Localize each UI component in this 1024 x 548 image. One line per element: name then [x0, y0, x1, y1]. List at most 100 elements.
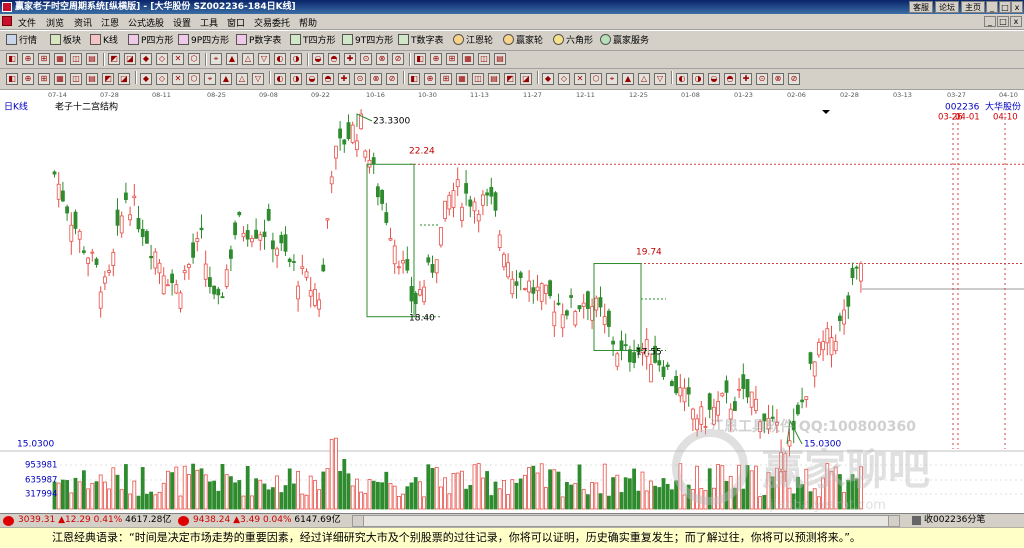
tool-icon[interactable]: ◒	[708, 73, 720, 85]
close-button[interactable]: x	[1011, 1, 1023, 13]
mdi-restore-button[interactable]: □	[997, 16, 1009, 27]
tool-icon[interactable]: ◑	[290, 73, 302, 85]
menu-news[interactable]: 资讯	[74, 16, 92, 29]
tool-icon[interactable]: ▤	[488, 73, 500, 85]
tool-icon[interactable]: ◪	[118, 73, 130, 85]
tool-icon[interactable]: ▽	[252, 73, 264, 85]
tool-icon[interactable]: ◑	[290, 53, 302, 65]
tool-icon[interactable]: ◇	[156, 53, 168, 65]
tool-icon[interactable]: ◓	[724, 73, 736, 85]
tool-icon[interactable]: ⊞	[38, 73, 50, 85]
tool-icon[interactable]: ◇	[156, 73, 168, 85]
tool-icon[interactable]: ✕	[172, 73, 184, 85]
tool-icon[interactable]: ◪	[124, 53, 136, 65]
p-number-table-button[interactable]: P数字表	[236, 34, 281, 48]
tool-icon[interactable]: ◧	[414, 53, 426, 65]
chart-scrollbar[interactable]	[352, 515, 900, 527]
tool-icon[interactable]: ◆	[542, 73, 554, 85]
tool-icon[interactable]: ⊕	[424, 73, 436, 85]
menu-window[interactable]: 窗口	[227, 16, 245, 29]
tool-icon[interactable]: ▦	[462, 53, 474, 65]
menu-file[interactable]: 文件	[18, 16, 36, 29]
tool-icon[interactable]: ⬡	[590, 73, 602, 85]
winner-service-button[interactable]: 赢家服务	[600, 34, 649, 48]
mdi-close-button[interactable]: x	[1010, 16, 1022, 27]
menu-browse[interactable]: 浏览	[46, 16, 64, 29]
tool-icon[interactable]: ◐	[274, 53, 286, 65]
t-number-table-button[interactable]: T数字表	[398, 34, 444, 48]
tool-icon[interactable]: ▤	[86, 53, 98, 65]
tool-icon[interactable]: ◇	[558, 73, 570, 85]
tool-icon[interactable]: ✚	[338, 73, 350, 85]
maximize-button[interactable]: □	[999, 1, 1011, 13]
tool-icon[interactable]: ◫	[478, 53, 490, 65]
tool-icon[interactable]: ◫	[70, 53, 82, 65]
9t-square-button[interactable]: 9T四方形	[342, 34, 393, 48]
tool-icon[interactable]: ▽	[654, 73, 666, 85]
tool-icon[interactable]: ◧	[408, 73, 420, 85]
tool-icon[interactable]: ◐	[676, 73, 688, 85]
tool-icon[interactable]: △	[638, 73, 650, 85]
sectors-button[interactable]: 板块	[50, 34, 81, 48]
tool-icon[interactable]: ✕	[172, 53, 184, 65]
tool-icon[interactable]: △	[236, 73, 248, 85]
menu-trade[interactable]: 交易委托	[254, 16, 290, 29]
scroll-right-arrow[interactable]	[888, 516, 899, 526]
tool-icon[interactable]: ◆	[140, 73, 152, 85]
tool-icon[interactable]: ⌖	[204, 73, 216, 85]
menu-gann[interactable]: 江恩	[101, 16, 119, 29]
tool-icon[interactable]: ◒	[312, 53, 324, 65]
menu-formula-select[interactable]: 公式选股	[128, 16, 164, 29]
tool-icon[interactable]: ✕	[574, 73, 586, 85]
tool-icon[interactable]: ⊞	[446, 53, 458, 65]
tool-icon[interactable]: ▦	[54, 73, 66, 85]
tool-icon[interactable]: ◪	[520, 73, 532, 85]
tool-icon[interactable]: ◩	[102, 73, 114, 85]
tool-icon[interactable]: ⊙	[360, 53, 372, 65]
t-square-button[interactable]: T四方形	[290, 34, 336, 48]
gann-wheel-button[interactable]: 江恩轮	[453, 34, 493, 48]
hexagon-button[interactable]: 六角形	[553, 34, 593, 48]
minimize-button[interactable]: _	[986, 1, 998, 13]
tool-icon[interactable]: ⬡	[188, 53, 200, 65]
tool-icon[interactable]: ◒	[306, 73, 318, 85]
tool-icon[interactable]: ▤	[494, 53, 506, 65]
tool-icon[interactable]: ⊗	[370, 73, 382, 85]
tool-icon[interactable]: ▦	[456, 73, 468, 85]
menu-tools[interactable]: 工具	[200, 16, 218, 29]
tool-icon[interactable]: ▲	[622, 73, 634, 85]
tool-icon[interactable]: ◓	[322, 73, 334, 85]
tool-icon[interactable]: ◫	[472, 73, 484, 85]
tool-icon[interactable]: ✚	[344, 53, 356, 65]
tool-icon[interactable]: ◐	[274, 73, 286, 85]
tool-icon[interactable]: ◆	[140, 53, 152, 65]
tool-icon[interactable]: ⊘	[386, 73, 398, 85]
tool-icon[interactable]: ⊗	[772, 73, 784, 85]
tool-icon[interactable]: △	[242, 53, 254, 65]
tool-icon[interactable]: ◑	[692, 73, 704, 85]
tool-icon[interactable]: ◩	[504, 73, 516, 85]
scroll-left-arrow[interactable]	[353, 516, 364, 526]
tick-detail-label[interactable]: 收002236分笔	[924, 514, 985, 527]
tool-icon[interactable]: ⊘	[788, 73, 800, 85]
tool-icon[interactable]: ⊞	[440, 73, 452, 85]
mdi-minimize-button[interactable]: _	[984, 16, 996, 27]
tool-icon[interactable]: ▲	[220, 73, 232, 85]
tool-icon[interactable]: ◧	[6, 53, 18, 65]
tool-icon[interactable]: ⬡	[188, 73, 200, 85]
kline-button[interactable]: K线	[90, 34, 118, 48]
tool-icon[interactable]: ⌖	[606, 73, 618, 85]
quotes-button[interactable]: 行情	[6, 34, 37, 48]
tool-icon[interactable]: ▦	[54, 53, 66, 65]
tool-icon[interactable]: ⊗	[376, 53, 388, 65]
tool-icon[interactable]: ⊞	[38, 53, 50, 65]
tool-icon[interactable]: ⌖	[210, 53, 222, 65]
tool-icon[interactable]: ◩	[108, 53, 120, 65]
tool-icon[interactable]: ⊙	[756, 73, 768, 85]
p-square-button[interactable]: P四方形	[128, 34, 173, 48]
tool-icon[interactable]: ◫	[70, 73, 82, 85]
tool-icon[interactable]: ⊕	[22, 73, 34, 85]
homepage-button[interactable]: 主页	[961, 1, 985, 13]
tool-icon[interactable]: ⊙	[354, 73, 366, 85]
menu-settings[interactable]: 设置	[173, 16, 191, 29]
